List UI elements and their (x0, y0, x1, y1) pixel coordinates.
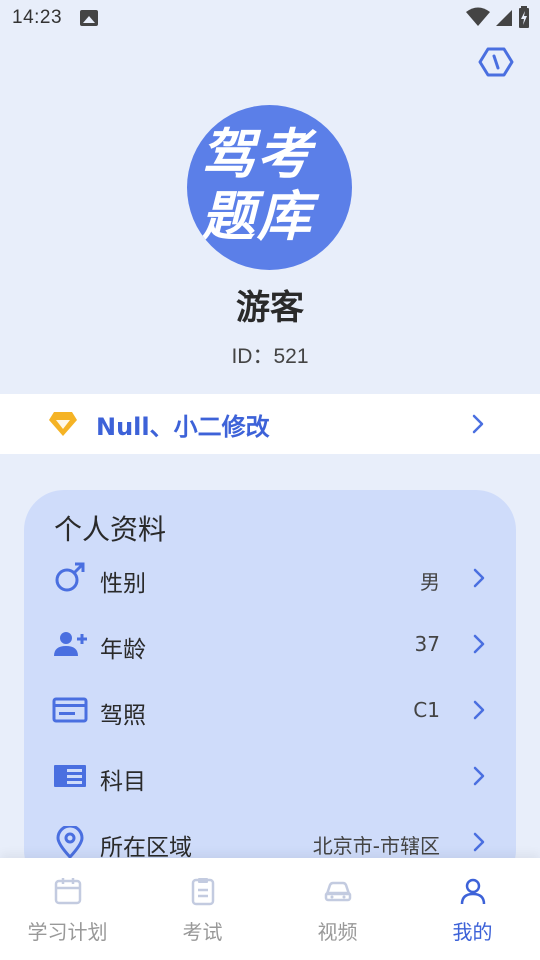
chevron-right-icon (473, 766, 485, 786)
nav-mine[interactable]: 我的 (405, 858, 540, 960)
row-value: 37 (414, 632, 440, 656)
battery-icon (519, 6, 529, 28)
row-gender[interactable]: 性别 男 (24, 548, 516, 608)
row-label: 科目 (100, 769, 146, 795)
logo-line-1: 驾考 (201, 122, 313, 186)
image-notification-icon (80, 10, 99, 26)
nav-study-plan[interactable]: 学习计划 (0, 858, 135, 960)
row-label: 性别 (100, 571, 146, 597)
nav-label: 视频 (317, 920, 358, 944)
male-icon (55, 562, 85, 592)
status-icons (466, 6, 530, 28)
personal-info-card: 个人资料 性别 男 年龄 37 驾照 C1 科目 所在区域 北京市-市辖区 (24, 490, 516, 890)
vip-label: Null、小二修改 (96, 412, 270, 441)
chevron-right-icon (472, 414, 484, 434)
wifi-icon (466, 7, 490, 26)
chevron-right-icon (473, 700, 485, 720)
chevron-right-icon (473, 568, 485, 588)
user-id: ID：521 (231, 345, 309, 368)
nav-label: 考试 (182, 920, 223, 944)
row-value: 北京市-市辖区 (312, 834, 440, 858)
nav-label: 我的 (452, 920, 493, 944)
book-icon (54, 765, 86, 787)
add-person-icon (54, 632, 87, 656)
settings-button[interactable] (478, 44, 514, 80)
username: 游客 (236, 288, 304, 328)
hexagon-settings-icon (478, 47, 514, 77)
row-value: C1 (413, 698, 440, 722)
row-license[interactable]: 驾照 C1 (24, 680, 516, 740)
nav-exam[interactable]: 考试 (135, 858, 270, 960)
app-logo-avatar: 驾考 题库 (187, 105, 352, 270)
bottom-nav: 学习计划 考试 视频 我的 (0, 858, 540, 960)
row-label: 年龄 (100, 637, 146, 663)
row-subject[interactable]: 科目 (24, 746, 516, 806)
chevron-right-icon (473, 832, 485, 852)
status-bar: 14:23 (0, 0, 540, 36)
user-icon (460, 878, 485, 905)
row-label: 所在区域 (100, 835, 192, 861)
signal-icon (496, 10, 512, 26)
row-label: 驾照 (100, 703, 146, 729)
calendar-icon (54, 878, 81, 905)
nav-video[interactable]: 视频 (270, 858, 405, 960)
logo-line-2: 题库 (201, 184, 313, 248)
location-pin-icon (56, 826, 84, 858)
card-title: 个人资料 (54, 513, 167, 546)
license-card-icon (52, 697, 88, 723)
clipboard-icon (191, 878, 214, 906)
row-age[interactable]: 年龄 37 (24, 614, 516, 674)
chevron-right-icon (473, 634, 485, 654)
row-value: 男 (420, 570, 440, 594)
nav-label: 学习计划 (27, 920, 108, 944)
status-time: 14:23 (12, 7, 63, 28)
vip-banner[interactable]: Null、小二修改 (0, 394, 540, 454)
car-icon (324, 881, 351, 902)
diamond-icon (49, 412, 77, 436)
logo-text: 驾考 题库 (201, 123, 341, 247)
